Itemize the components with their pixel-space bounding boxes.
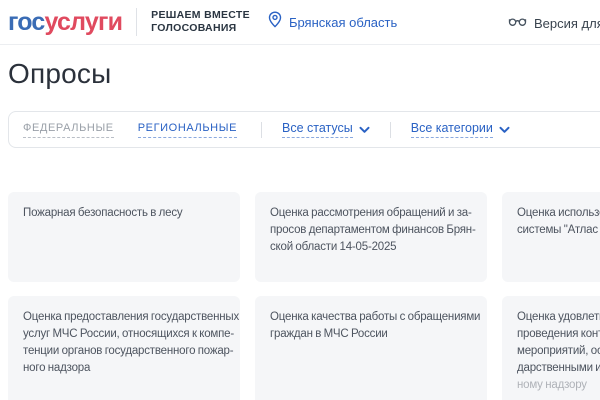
survey-card-title-line: проведения контр	[517, 328, 600, 340]
logo-part-gos: гос	[8, 7, 45, 36]
survey-card[interactable]: Пожарная безопасность в лесу	[8, 192, 240, 282]
survey-card-title-line: граждан в МЧС России	[270, 328, 388, 340]
eyeglasses-icon	[508, 14, 527, 32]
survey-card-title-line: дарственными ин	[517, 362, 600, 374]
browser-viewport: госуслуги РЕШАЕМ ВМЕСТЕ ГОЛОСОВАНИЯ Брян…	[0, 0, 600, 400]
survey-grid: Пожарная безопасность в лесу Оценка рассм…	[8, 192, 600, 400]
survey-card-title-line: Оценка качества работы с обращениями	[270, 311, 481, 323]
survey-card[interactable]: Оценка предоставления государственных усл…	[8, 296, 240, 400]
survey-card-title-line: ному надзору	[517, 379, 587, 391]
filter-divider	[261, 121, 263, 138]
survey-card-title-line: услуг МЧС России, относящихся к компе-	[23, 328, 234, 340]
survey-card-title-line: ного надзора	[23, 362, 91, 374]
location-pin-icon	[268, 11, 282, 33]
accessibility-version-button[interactable]: Версия для слабовидящих	[508, 14, 600, 32]
header-divider	[136, 8, 138, 36]
survey-card-title-line: тенции органов государственного пожар-	[23, 345, 234, 357]
project-label-line1: РЕШАЕМ ВМЕСТЕ	[151, 9, 250, 21]
chevron-down-icon	[359, 121, 370, 139]
filter-divider	[389, 121, 391, 138]
survey-card[interactable]: Оценка использов системы "Атлас ог	[502, 192, 600, 282]
page: госуслуги РЕШАЕМ ВМЕСТЕ ГОЛОСОВАНИЯ Брян…	[0, 0, 600, 400]
tab-federal[interactable]: ФЕДЕРАЛЬНЫЕ	[23, 122, 114, 138]
page-title: Опросы	[8, 58, 112, 89]
survey-card[interactable]: Оценка рассмотрения обращений и за-просо…	[255, 192, 487, 282]
survey-card-title-line: мероприятий, осу	[517, 345, 600, 357]
project-label: РЕШАЕМ ВМЕСТЕ ГОЛОСОВАНИЯ	[151, 9, 250, 35]
survey-card-title-line: ской области 14-05-2025	[270, 241, 397, 253]
main-content: Опросы ФЕДЕРАЛЬНЫЕ РЕГИОНАЛЬНЫЕ Все стат…	[0, 58, 600, 400]
status-filter-dropdown[interactable]: Все статусы	[282, 120, 370, 139]
logo-part-uslugi: услуги	[44, 7, 123, 36]
survey-card-title-line: Пожарная безопасность в лесу	[23, 207, 183, 219]
survey-card-title-line: Оценка предоставления государственных	[23, 311, 239, 323]
category-filter-label: Все категории	[410, 121, 493, 138]
survey-card-title-line: Оценка рассмотрения обращений и за-	[270, 207, 472, 219]
survey-card-title-line: системы "Атлас ог	[517, 224, 600, 236]
header: госуслуги РЕШАЕМ ВМЕСТЕ ГОЛОСОВАНИЯ Брян…	[0, 0, 600, 45]
survey-card-title-line: Оценка использов	[517, 207, 600, 219]
tab-regional[interactable]: РЕГИОНАЛЬНЫЕ	[137, 122, 238, 138]
survey-card[interactable]: Оценка качества работы с обращениями граж…	[255, 296, 487, 400]
survey-card-title-line: Оценка удовлетво	[517, 311, 600, 323]
survey-card[interactable]: Оценка удовлетво проведения контр мероприя…	[502, 296, 600, 400]
category-filter-dropdown[interactable]: Все категории	[410, 120, 510, 139]
survey-card-title-line: просов департаментом финансов Брян-	[270, 224, 476, 236]
gosuslugi-logo[interactable]: госуслуги	[8, 7, 123, 36]
accessibility-label: Версия для слабовидящих	[534, 15, 600, 31]
project-label-line2: ГОЛОСОВАНИЯ	[151, 22, 237, 34]
region-selector[interactable]: Брянская область	[268, 11, 397, 33]
region-label: Брянская область	[288, 14, 398, 30]
filter-bar: ФЕДЕРАЛЬНЫЕ РЕГИОНАЛЬНЫЕ Все статусы Все…	[8, 111, 600, 148]
status-filter-label: Все статусы	[282, 121, 353, 138]
chevron-down-icon	[499, 121, 510, 139]
